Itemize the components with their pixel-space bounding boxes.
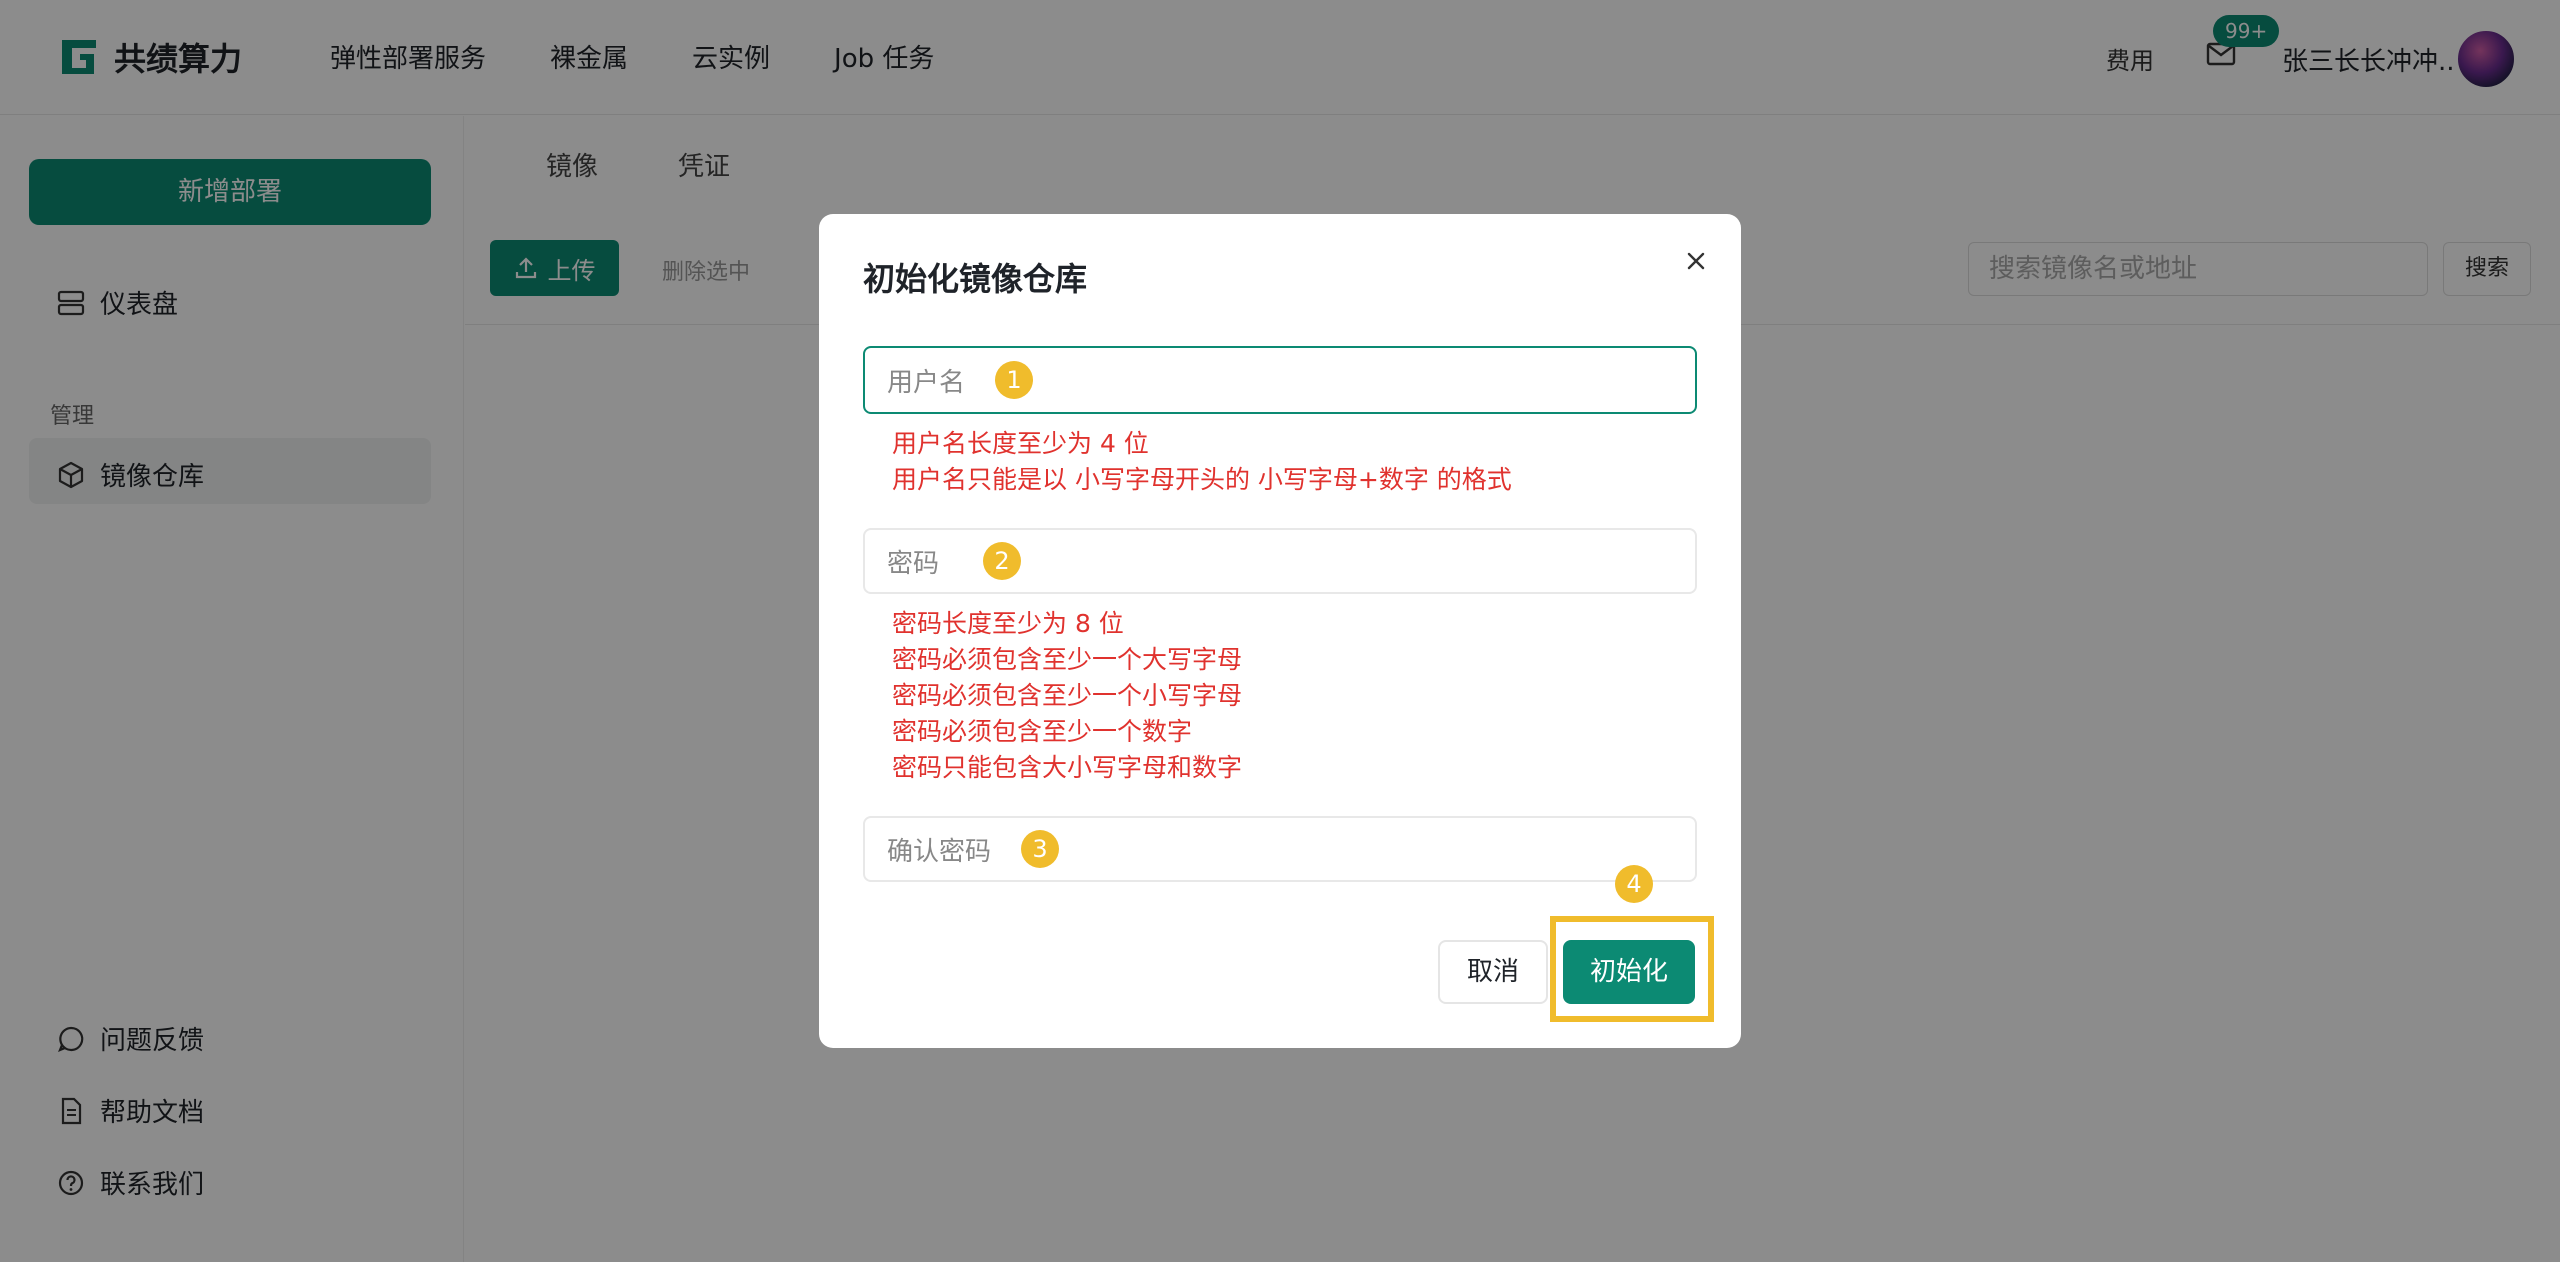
password-placeholder: 密码 — [887, 548, 940, 579]
confirm-password-placeholder: 确认密码 — [887, 836, 992, 867]
confirm-password-field[interactable]: 确认密码 3 — [863, 816, 1697, 882]
annotation-highlight-box — [1550, 916, 1714, 1022]
cancel-button[interactable]: 取消 — [1438, 940, 1548, 1004]
annotation-marker-4: 4 — [1615, 865, 1653, 903]
annotation-marker-1: 1 — [995, 361, 1034, 399]
password-field[interactable]: 密码 2 — [863, 528, 1697, 594]
error-message: 密码长度至少为 8 位 — [892, 609, 1124, 638]
username-placeholder: 用户名 — [887, 367, 966, 398]
username-errors: 用户名长度至少为 4 位 用户名只能是以 小写字母开头的 小写字母+数字 的格式 — [892, 426, 1512, 498]
password-errors: 密码长度至少为 8 位 密码必须包含至少一个大写字母 密码必须包含至少一个小写字… — [892, 606, 1242, 786]
annotation-marker-3: 3 — [1021, 830, 1060, 868]
error-message: 密码必须包含至少一个数字 — [892, 717, 1193, 746]
init-registry-dialog: 初始化镜像仓库 用户名 1 用户名长度至少为 4 位 用户名只能是以 小写字母开… — [819, 214, 1741, 1048]
error-message: 密码必须包含至少一个小写字母 — [892, 681, 1243, 710]
dialog-title: 初始化镜像仓库 — [863, 260, 1088, 298]
error-message: 密码只能包含大小写字母和数字 — [892, 753, 1243, 782]
annotation-marker-2: 2 — [983, 542, 1022, 580]
error-message: 用户名只能是以 小写字母开头的 小写字母+数字 的格式 — [892, 465, 1512, 494]
error-message: 密码必须包含至少一个大写字母 — [892, 645, 1243, 674]
close-icon[interactable] — [1681, 246, 1711, 276]
error-message: 用户名长度至少为 4 位 — [892, 429, 1149, 458]
username-field[interactable]: 用户名 1 — [863, 346, 1697, 414]
